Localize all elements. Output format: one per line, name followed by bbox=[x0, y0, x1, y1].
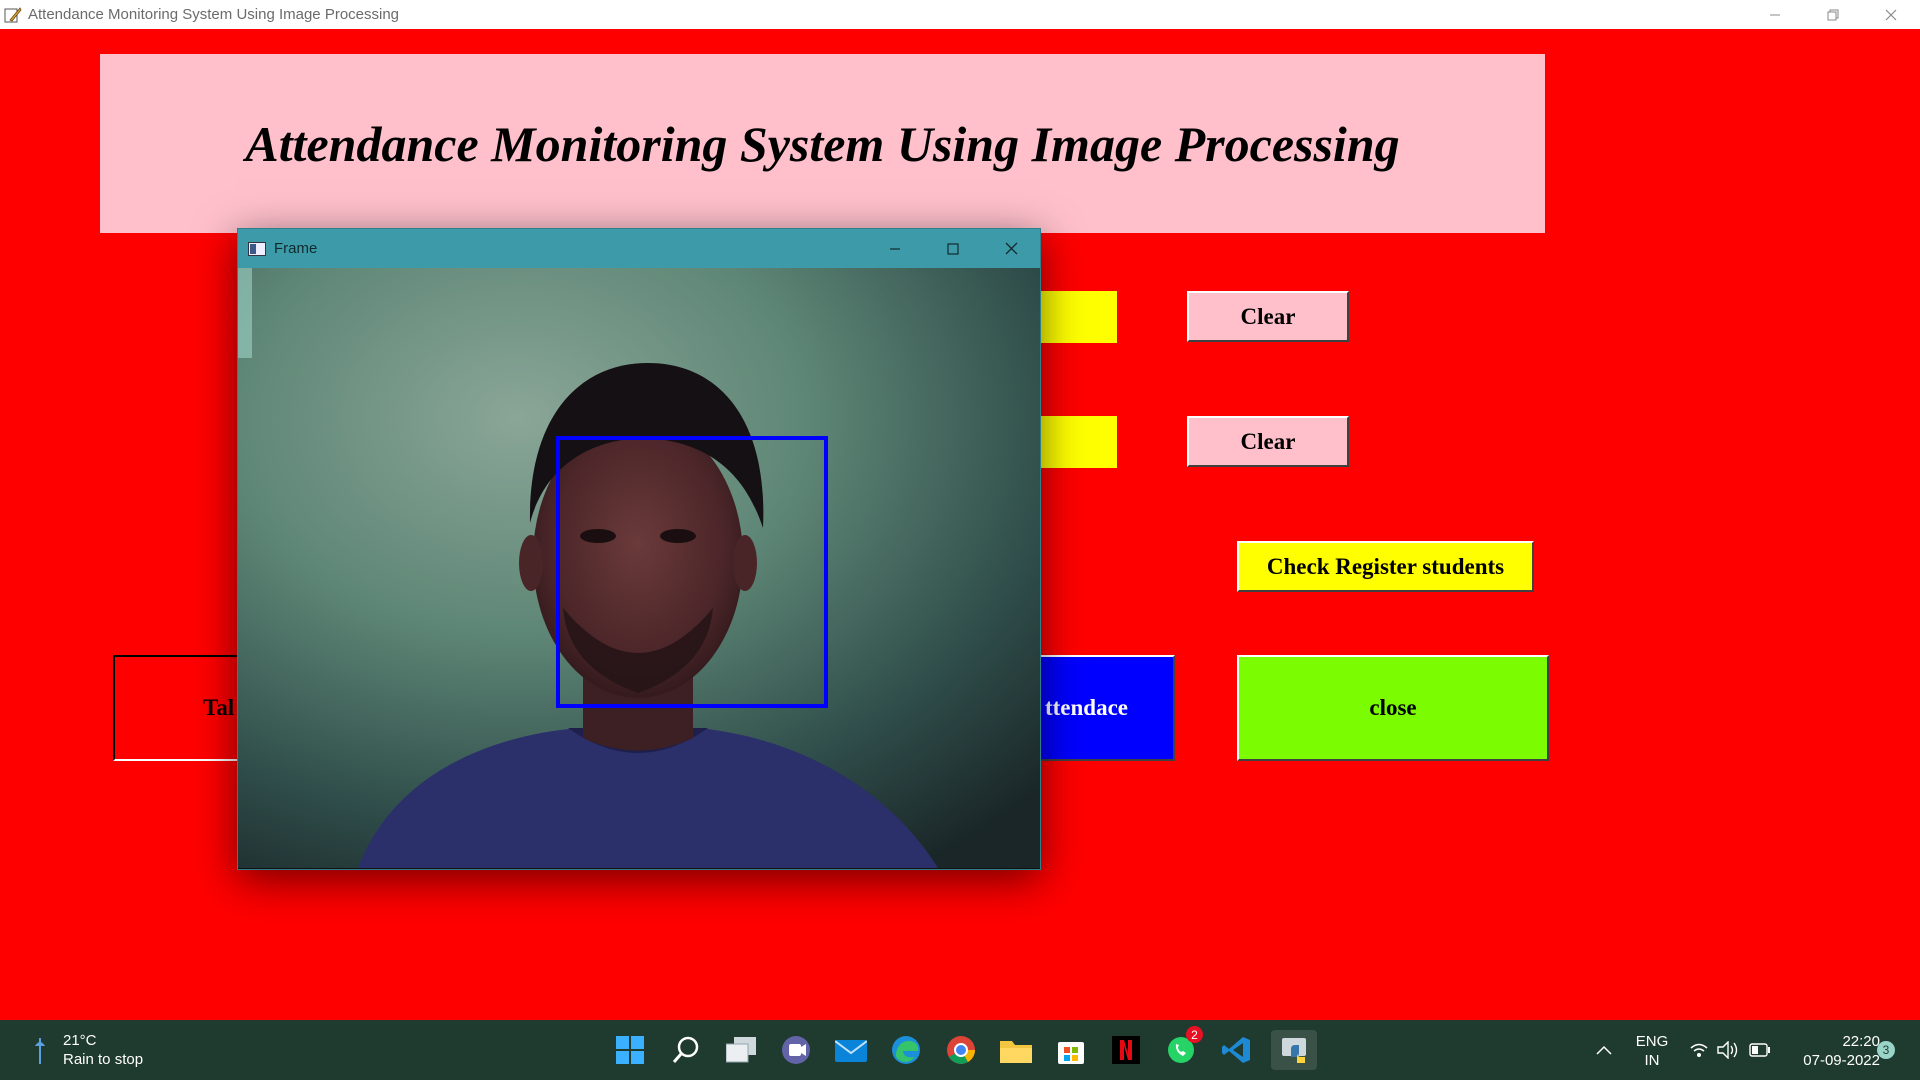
camera-frame-window[interactable]: Frame bbox=[237, 228, 1041, 870]
clear-name-button[interactable]: Clear bbox=[1187, 416, 1349, 467]
check-register-students-button[interactable]: Check Register students bbox=[1237, 541, 1534, 592]
take-images-label: Tal bbox=[203, 695, 235, 720]
clear-name-label: Clear bbox=[1240, 428, 1296, 454]
window-titlebar: Attendance Monitoring System Using Image… bbox=[0, 0, 1920, 29]
close-icon bbox=[1005, 242, 1017, 255]
show-hidden-icons-chevron-icon[interactable] bbox=[1596, 1045, 1612, 1055]
minimize-icon bbox=[1770, 14, 1780, 15]
edge-icon[interactable] bbox=[886, 1030, 926, 1070]
window-title: Attendance Monitoring System Using Image… bbox=[28, 6, 400, 23]
frame-titlebar[interactable]: Frame bbox=[238, 229, 1040, 268]
windows-taskbar: 21°C Rain to stop 2 ENG IN 22:20 07-09-2… bbox=[0, 1020, 1920, 1080]
task-view-icon[interactable] bbox=[721, 1030, 761, 1070]
notification-badge[interactable]: 3 bbox=[1877, 1041, 1895, 1059]
banner-title: Attendance Monitoring System Using Image… bbox=[245, 115, 1400, 172]
frame-minimize-button[interactable] bbox=[866, 229, 924, 268]
vscode-icon[interactable] bbox=[1216, 1030, 1256, 1070]
clear-enrollment-label: Clear bbox=[1240, 303, 1296, 329]
restore-icon bbox=[1827, 9, 1839, 20]
minimize-button[interactable] bbox=[1746, 0, 1804, 29]
clear-enrollment-button[interactable]: Clear bbox=[1187, 291, 1349, 342]
frame-window-icon bbox=[248, 241, 266, 256]
close-icon bbox=[1885, 9, 1897, 20]
frame-close-button[interactable] bbox=[982, 229, 1040, 268]
attendance-label: ttendace bbox=[1044, 695, 1128, 720]
minimize-icon bbox=[890, 247, 900, 250]
webcam-feed bbox=[238, 268, 1040, 868]
microsoft-store-icon[interactable] bbox=[1051, 1030, 1091, 1070]
check-register-label: Check Register students bbox=[1266, 553, 1505, 579]
netflix-icon[interactable] bbox=[1106, 1030, 1146, 1070]
restore-button[interactable] bbox=[1804, 0, 1862, 29]
weather-temp: 21°C bbox=[63, 1032, 97, 1049]
close-window-button[interactable] bbox=[1862, 0, 1920, 29]
clock-date: 07-09-2022 bbox=[1803, 1052, 1880, 1069]
teams-chat-icon[interactable] bbox=[776, 1030, 816, 1070]
rain-umbrella-icon bbox=[35, 1038, 45, 1064]
frame-title: Frame bbox=[274, 240, 318, 257]
lang-line2: IN bbox=[1644, 1052, 1660, 1069]
search-icon[interactable] bbox=[666, 1030, 706, 1070]
clock-time: 22:20 bbox=[1842, 1033, 1880, 1050]
webcam-image bbox=[238, 268, 1040, 868]
maximize-icon bbox=[947, 242, 959, 255]
frame-maximize-button[interactable] bbox=[924, 229, 982, 268]
python-icon[interactable] bbox=[1271, 1030, 1317, 1070]
chrome-icon[interactable] bbox=[941, 1030, 981, 1070]
file-explorer-icon[interactable] bbox=[996, 1030, 1036, 1070]
close-app-button[interactable]: close bbox=[1237, 655, 1549, 761]
weather-desc: Rain to stop bbox=[63, 1051, 144, 1068]
start-icon[interactable] bbox=[610, 1030, 650, 1070]
wifi-icon[interactable] bbox=[1689, 1042, 1709, 1058]
whatsapp-badge: 2 bbox=[1186, 1026, 1203, 1043]
app-feather-icon bbox=[4, 6, 22, 22]
language-indicator[interactable]: ENG IN bbox=[1630, 1032, 1674, 1070]
mail-icon[interactable] bbox=[831, 1030, 871, 1070]
battery-icon[interactable] bbox=[1749, 1043, 1771, 1057]
volume-icon[interactable] bbox=[1717, 1041, 1739, 1059]
clock[interactable]: 22:20 07-09-2022 bbox=[1780, 1032, 1880, 1070]
close-app-label: close bbox=[1369, 695, 1417, 720]
whatsapp-icon[interactable]: 2 bbox=[1161, 1026, 1203, 1070]
lang-line1: ENG bbox=[1635, 1033, 1669, 1050]
weather-widget[interactable]: 21°C Rain to stop bbox=[28, 1030, 158, 1072]
header-banner: Attendance Monitoring System Using Image… bbox=[100, 54, 1545, 233]
